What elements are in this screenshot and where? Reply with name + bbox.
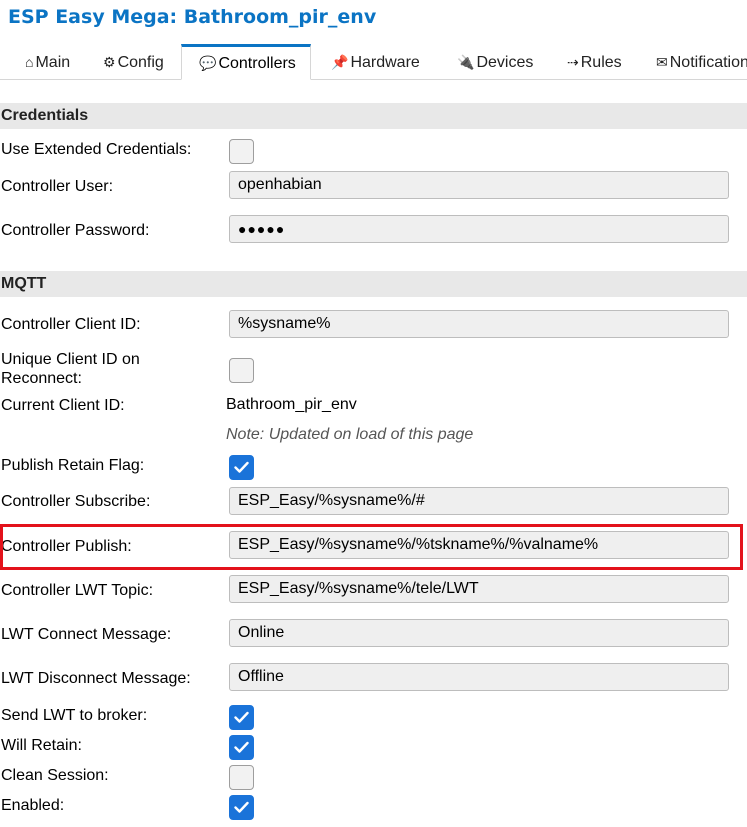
controller-subscribe-label: Controller Subscribe: (1, 493, 151, 510)
checkmark-icon (234, 461, 249, 473)
speech-bubble-icon: 💬 (199, 55, 217, 71)
tab-hardware[interactable]: 📌 Hardware (331, 44, 420, 79)
send-lwt-label: Send LWT to broker: (1, 707, 148, 724)
lwt-disconnect-input[interactable] (229, 663, 729, 691)
unique-client-id-checkbox[interactable] (229, 358, 254, 383)
section-mqtt-header: MQTT (0, 271, 747, 297)
tab-config-label: Config (117, 54, 164, 71)
controller-user-input[interactable] (229, 171, 729, 199)
checkmark-icon (234, 801, 249, 813)
use-extended-credentials-checkbox[interactable] (229, 139, 254, 164)
controller-password-input[interactable] (229, 215, 729, 243)
checkmark-icon (234, 741, 249, 753)
enabled-label: Enabled: (1, 797, 65, 814)
envelope-icon: ✉ (656, 54, 668, 70)
tab-devices-label: Devices (476, 54, 534, 71)
lwt-connect-input[interactable] (229, 619, 729, 647)
tab-hardware-label: Hardware (350, 54, 420, 71)
current-client-id-note: Note: Updated on load of this page (226, 426, 474, 443)
plug-icon: 🔌 (457, 54, 475, 70)
controller-publish-input[interactable] (229, 531, 729, 559)
tab-main-label: Main (35, 54, 71, 71)
lwt-topic-label: Controller LWT Topic: (1, 582, 154, 599)
send-lwt-checkbox[interactable] (229, 705, 254, 730)
tab-main[interactable]: ⌂ Main (25, 44, 70, 79)
controller-user-label: Controller User: (1, 178, 114, 195)
current-client-id-label: Current Client ID: (1, 397, 125, 414)
controller-publish-label: Controller Publish: (1, 538, 132, 555)
arrow-right-icon: ⇢ (567, 54, 579, 70)
will-retain-checkbox[interactable] (229, 735, 254, 760)
tab-notifications[interactable]: ✉Notifications (656, 44, 747, 79)
tab-rules[interactable]: ⇢ Rules (567, 44, 622, 79)
tab-controllers-label: Controllers (218, 55, 296, 72)
client-id-label: Controller Client ID: (1, 316, 141, 333)
checkmark-icon (234, 711, 249, 723)
tab-notifications-label: Notifications (669, 54, 747, 71)
home-icon: ⌂ (25, 54, 34, 70)
unique-client-id-label: Unique Client ID on Reconnect: (1, 351, 140, 387)
tab-config[interactable]: ⚙ Config (103, 44, 164, 79)
controller-subscribe-input[interactable] (229, 487, 729, 515)
gear-icon: ⚙ (103, 54, 116, 70)
current-client-id-value: Bathroom_pir_env (226, 396, 357, 413)
lwt-connect-label: LWT Connect Message: (1, 626, 172, 643)
client-id-input[interactable] (229, 310, 729, 338)
pushpin-icon: 📌 (331, 54, 349, 70)
tab-devices[interactable]: 🔌 Devices (457, 44, 533, 79)
section-credentials-header: Credentials (0, 103, 747, 129)
main-tab-bar: ⌂ Main ⚙ Config 💬 Controllers 📌 Hardware 🔌 De… (0, 44, 747, 80)
clean-session-label: Clean Session: (1, 767, 109, 784)
lwt-topic-input[interactable] (229, 575, 729, 603)
enabled-checkbox[interactable] (229, 795, 254, 820)
clean-session-checkbox[interactable] (229, 765, 254, 790)
use-extended-credentials-label: Use Extended Credentials: (1, 141, 192, 158)
publish-retain-checkbox[interactable] (229, 455, 254, 480)
lwt-disconnect-label: LWT Disconnect Message: (1, 670, 191, 687)
publish-retain-label: Publish Retain Flag: (1, 457, 145, 474)
controller-password-label: Controller Password: (1, 222, 150, 239)
will-retain-label: Will Retain: (1, 737, 82, 754)
page-title: ESP Easy Mega: Bathroom_pir_env (8, 6, 377, 28)
tab-rules-label: Rules (580, 54, 622, 71)
tab-controllers[interactable]: 💬 Controllers (181, 44, 311, 80)
